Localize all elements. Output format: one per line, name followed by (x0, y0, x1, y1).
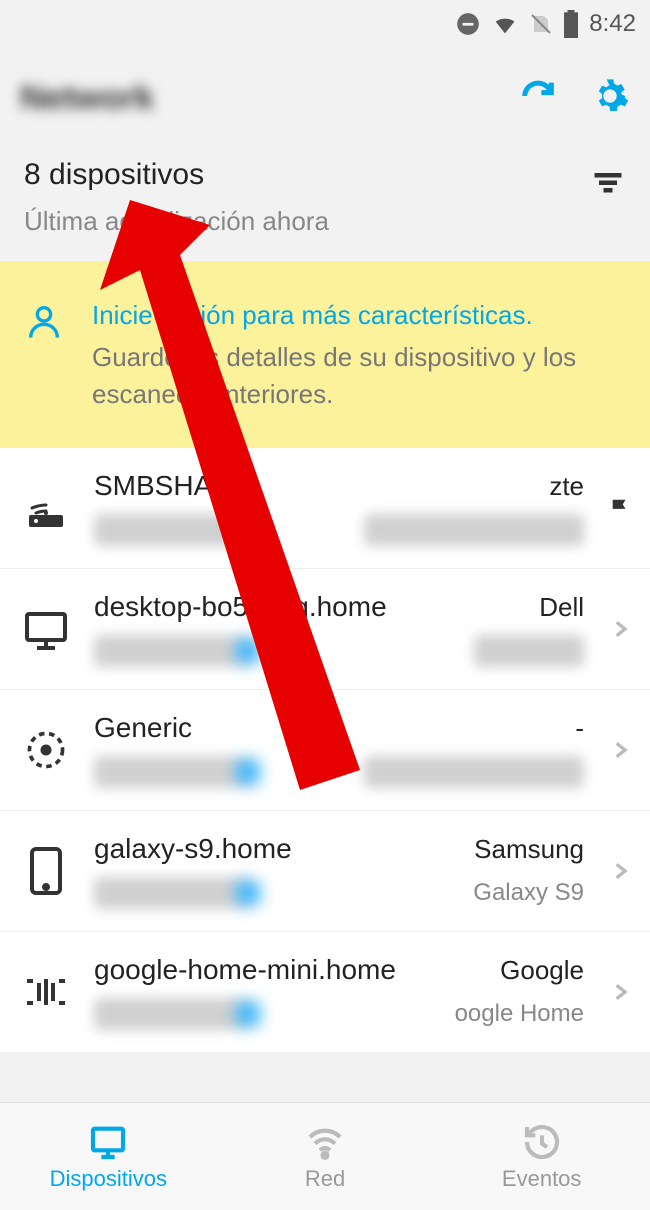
subheader: 8 dispositivos Última actualización ahor… (0, 148, 650, 261)
settings-button[interactable] (590, 76, 630, 121)
device-ip-hidden (94, 877, 254, 909)
app-header: Network (0, 48, 650, 148)
voice-device-icon (20, 966, 72, 1018)
no-sim-icon (529, 10, 553, 38)
refresh-button[interactable] (518, 76, 558, 121)
device-model: oogle Home (455, 1000, 584, 1028)
nav-label: Eventos (502, 1166, 582, 1192)
clock: 8:42 (589, 10, 636, 38)
target-icon (20, 724, 72, 776)
device-name: Generic (94, 712, 192, 744)
device-brand: zte (549, 471, 584, 502)
chevron-right-icon (606, 978, 634, 1006)
wifi-icon (491, 10, 519, 38)
banner-title: Inicie sesión para más características. (92, 297, 626, 333)
device-row[interactable]: google-home-mini.home Google oogle Home (0, 932, 650, 1052)
device-row[interactable]: galaxy-s9.home Samsung Galaxy S9 (0, 811, 650, 932)
device-mac-hidden (364, 514, 584, 546)
device-ip-hidden (94, 635, 254, 667)
device-brand: Dell (539, 592, 584, 623)
device-name: desktop-bo5s1dg.home (94, 591, 387, 623)
flag-icon (606, 497, 634, 519)
chevron-right-icon (606, 615, 634, 643)
desktop-icon (20, 603, 72, 655)
device-model: Galaxy S9 (473, 879, 584, 907)
chevron-right-icon (606, 857, 634, 885)
device-list: SMBSHARE zte desktop-bo5s1dg.home Dell (0, 448, 650, 1052)
device-name: google-home-mini.home (94, 954, 396, 986)
device-row[interactable]: Generic - (0, 690, 650, 811)
nav-devices[interactable]: Dispositivos (0, 1103, 217, 1210)
phone-icon (20, 845, 72, 897)
status-bar: 8:42 (0, 0, 650, 48)
user-icon (24, 301, 64, 412)
device-brand: - (575, 713, 584, 744)
device-name: SMBSHARE (94, 470, 251, 502)
device-ip-hidden (94, 756, 254, 788)
device-brand: Google (500, 955, 584, 986)
device-count: 8 dispositivos (24, 158, 590, 192)
battery-icon (563, 10, 579, 38)
device-name: galaxy-s9.home (94, 833, 292, 865)
device-ip-hidden (94, 998, 254, 1030)
device-brand: Samsung (474, 834, 584, 865)
banner-subtitle: Guarde los detalles de su dispositivo y … (92, 339, 626, 412)
device-mac-hidden (364, 756, 584, 788)
chevron-right-icon (606, 736, 634, 764)
router-icon (20, 482, 72, 534)
device-row[interactable]: SMBSHARE zte (0, 448, 650, 569)
device-mac-hidden (474, 635, 584, 667)
login-banner[interactable]: Inicie sesión para más características. … (0, 261, 650, 448)
nav-events[interactable]: Eventos (433, 1103, 650, 1210)
bottom-nav: Dispositivos Red Eventos (0, 1102, 650, 1210)
last-update: Última actualización ahora (24, 206, 590, 237)
nav-label: Red (305, 1166, 345, 1192)
dnd-icon (455, 11, 481, 37)
device-row[interactable]: desktop-bo5s1dg.home Dell (0, 569, 650, 690)
device-ip-hidden (94, 514, 254, 546)
nav-label: Dispositivos (50, 1166, 167, 1192)
network-name[interactable]: Network (20, 79, 518, 118)
nav-network[interactable]: Red (217, 1103, 434, 1210)
filter-button[interactable] (590, 164, 626, 205)
